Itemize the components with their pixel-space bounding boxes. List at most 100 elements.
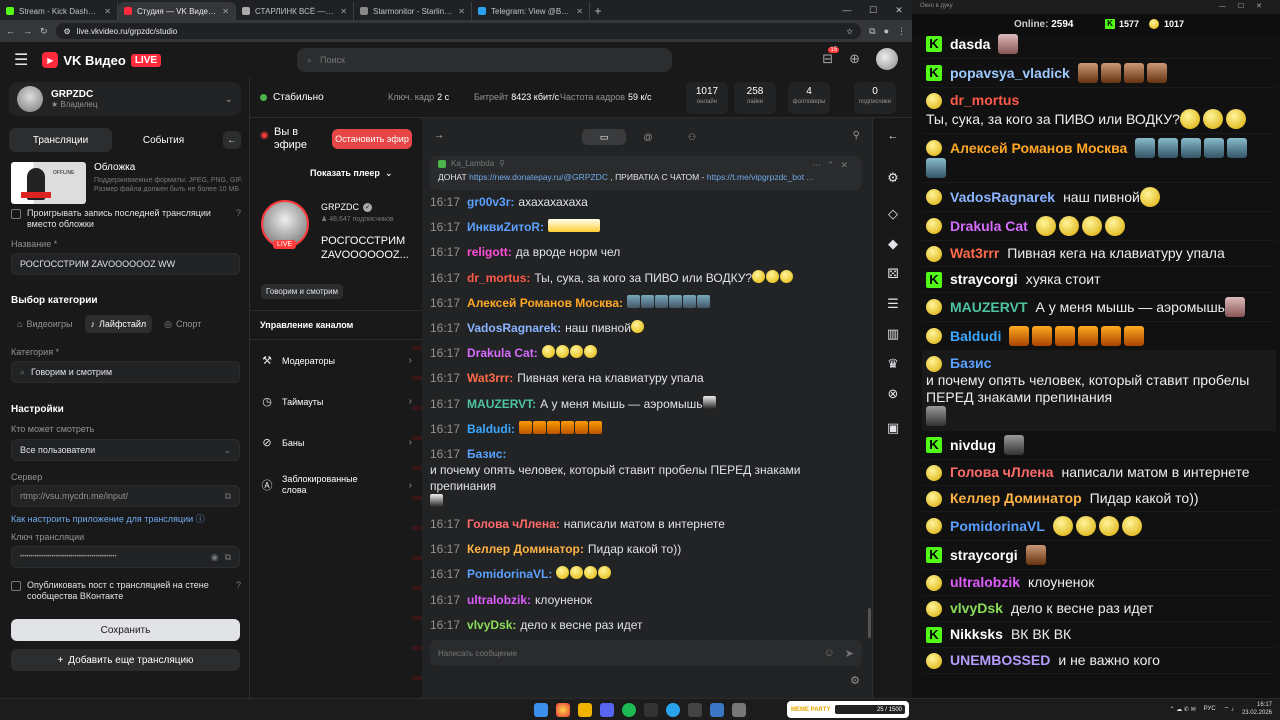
chart-icon[interactable]: ▥	[884, 326, 902, 342]
cover-thumbnail[interactable]: OFFLINE	[11, 162, 86, 204]
chat-input[interactable]: Написать сообщение ☺ ➤	[430, 640, 862, 666]
profile-icon[interactable]: ●	[884, 26, 889, 36]
gem-icon[interactable]: ◇	[884, 206, 902, 222]
arrow-right-icon[interactable]: →	[434, 130, 444, 141]
minimize-icon[interactable]: —	[834, 5, 860, 15]
meme-party-widget[interactable]: MEME PARTY 25 / 1500	[787, 701, 909, 718]
tab-close-icon[interactable]: ✕	[576, 7, 583, 16]
category-field[interactable]: ⌕ Говорим и смотрим	[11, 361, 240, 383]
chrome-icon[interactable]	[556, 703, 570, 717]
mgmt-bans[interactable]: ⊘ Баны ›	[260, 436, 412, 449]
collapse-arrow-icon[interactable]: ←	[223, 131, 241, 149]
browser-tab[interactable]: Starmonitor - Starlink Tracker ✕	[354, 2, 472, 20]
add-stream-button[interactable]: + Добавить еще трансляцию	[11, 649, 240, 671]
diamond-icon[interactable]: ◆	[884, 236, 902, 252]
app-icon[interactable]	[732, 703, 746, 717]
steam-icon[interactable]	[644, 703, 658, 717]
playlist-icon[interactable]: ▣	[884, 420, 902, 436]
mgmt-moderators[interactable]: ⚒ Модераторы ›	[260, 354, 412, 367]
close-icon[interactable]: ✕	[886, 5, 912, 16]
site-info-icon[interactable]: ⚙	[64, 27, 71, 36]
chat-scrollbar[interactable]	[868, 608, 871, 638]
play-last-checkbox-row[interactable]: Проигрывать запись последней трансляции …	[11, 208, 241, 230]
url-field[interactable]: ⚙ live.vkvideo.ru/grpzdc/studio ☆	[55, 23, 862, 39]
users-tab-icon[interactable]: ⚇	[670, 129, 714, 145]
app-icon[interactable]	[710, 703, 724, 717]
reload-icon[interactable]: ↻	[40, 26, 48, 37]
who-can-watch-select[interactable]: Все пользователи ⌄	[11, 439, 240, 461]
telegram-icon[interactable]	[666, 703, 680, 717]
send-icon[interactable]: ➤	[845, 647, 854, 660]
message-author[interactable]: ИнквиZитоR:	[467, 219, 544, 235]
bookmark-star-icon[interactable]: ☆	[846, 27, 853, 36]
more-icon[interactable]: ⋯	[812, 160, 827, 170]
message-author[interactable]: VadosRagnarek:	[467, 320, 561, 336]
stream-name-field[interactable]: РОСГОССТРИМ ZAVOOOOOOZ WW	[11, 253, 240, 275]
mgmt-blocked-words[interactable]: Ⓐ Заблокированные слова ›	[260, 474, 413, 496]
trophy-icon[interactable]: ♛	[884, 356, 902, 372]
pin-icon[interactable]: ⚲	[853, 130, 860, 141]
menu-dots-icon[interactable]: ⋮	[897, 26, 906, 37]
chat-settings-icon[interactable]: ⚙	[850, 674, 860, 687]
message-author[interactable]: Базис:	[467, 446, 506, 462]
browser-tab[interactable]: Студия — VK Видео Live ✕	[118, 2, 236, 20]
mgmt-timeouts[interactable]: ◷ Таймауты ›	[260, 395, 412, 408]
new-tab-button[interactable]: +	[590, 2, 606, 20]
close-icon[interactable]: ✕	[840, 160, 854, 170]
extensions-icon[interactable]: ⧉	[869, 26, 875, 37]
browser-tab[interactable]: СТАРЛИНК ВСЁ — мы проигр ✕	[236, 2, 354, 20]
donate-link[interactable]: https://new.donatepay.ru/@GRPZDC	[469, 172, 608, 182]
show-player-button[interactable]: Показать плеер ⌄	[310, 164, 392, 182]
dice-icon[interactable]: ⚄	[884, 266, 902, 282]
telegram-link[interactable]: https://t.me/vipgrpzdc_bot ...	[707, 172, 814, 182]
vk-video-logo[interactable]: ▶ VK Видео LIVE	[42, 52, 162, 68]
notifications-icon[interactable]: ⊟ 15	[822, 47, 840, 67]
message-author[interactable]: gr00v3r:	[467, 194, 514, 210]
tab-close-icon[interactable]: ✕	[104, 7, 111, 16]
collapse-icon[interactable]: ⌃	[827, 160, 841, 170]
forward-icon[interactable]: →	[23, 26, 32, 36]
tab-events[interactable]: События	[112, 128, 215, 152]
search-input[interactable]: ⌕ Поиск	[297, 48, 672, 72]
add-icon[interactable]: ⊕	[849, 51, 860, 67]
browser-tab[interactable]: Telegram: View @BotovcdX ✕	[472, 2, 590, 20]
message-author[interactable]: Голова чЛлена:	[467, 516, 560, 532]
channel-selector[interactable]: GRPZDC ★ Владелец ⌄	[9, 82, 241, 116]
hamburger-menu-icon[interactable]: ☰	[14, 50, 28, 70]
publish-post-checkbox[interactable]	[11, 581, 21, 591]
publish-post-checkbox-row[interactable]: Опубликовать пост с трансляцией на стене…	[11, 580, 241, 602]
help-icon[interactable]: ?	[236, 580, 241, 590]
help-icon[interactable]: ?	[236, 208, 241, 218]
server-field[interactable]: rtmp://vsu.mycdn.me/input/ ⧉	[11, 485, 240, 507]
copy-icon[interactable]: ⧉	[225, 491, 231, 502]
chat-messages-tab-icon[interactable]: ▭	[582, 129, 626, 145]
message-author[interactable]: Baldudi:	[467, 421, 515, 437]
user-avatar[interactable]	[876, 48, 898, 70]
category-games[interactable]: ⌂ Видеоигры	[11, 315, 79, 333]
eye-icon[interactable]: ◉	[211, 552, 219, 563]
category-lifestyle[interactable]: ♪ Лайфстайл	[84, 315, 153, 333]
language-indicator[interactable]: РУС	[1204, 706, 1216, 712]
message-author[interactable]: vlvyDsk:	[467, 617, 516, 633]
list-icon[interactable]: ☰	[884, 296, 902, 312]
wifi-icon[interactable]: ⌔ ♪	[1224, 705, 1234, 713]
tab-close-icon[interactable]: ✕	[340, 7, 347, 16]
message-author[interactable]: MAUZERVT:	[467, 396, 536, 412]
message-author[interactable]: Алексей Романов Москва:	[467, 295, 623, 311]
category-tag[interactable]: Говорим и смотрим	[261, 284, 344, 299]
spotify-icon[interactable]	[622, 703, 636, 717]
play-last-checkbox[interactable]	[11, 209, 21, 219]
maximize-icon[interactable]: ☐	[860, 5, 886, 16]
explorer-icon[interactable]	[578, 703, 592, 717]
tab-streams[interactable]: Трансляции	[9, 128, 112, 152]
message-author[interactable]: Drakula Cat:	[467, 345, 538, 361]
save-button[interactable]: Сохранить	[11, 619, 240, 641]
copy-icon[interactable]: ⧉	[225, 552, 231, 563]
message-author[interactable]: religott:	[467, 244, 512, 260]
category-sport[interactable]: ◎ Спорт	[158, 315, 207, 333]
stop-stream-button[interactable]: Остановить эфир	[332, 129, 412, 149]
obs-icon[interactable]	[688, 703, 702, 717]
message-author[interactable]: Келлер Доминатор:	[467, 541, 584, 557]
emoji-icon[interactable]: ☺	[824, 647, 835, 660]
message-author[interactable]: dr_mortus:	[467, 270, 530, 286]
